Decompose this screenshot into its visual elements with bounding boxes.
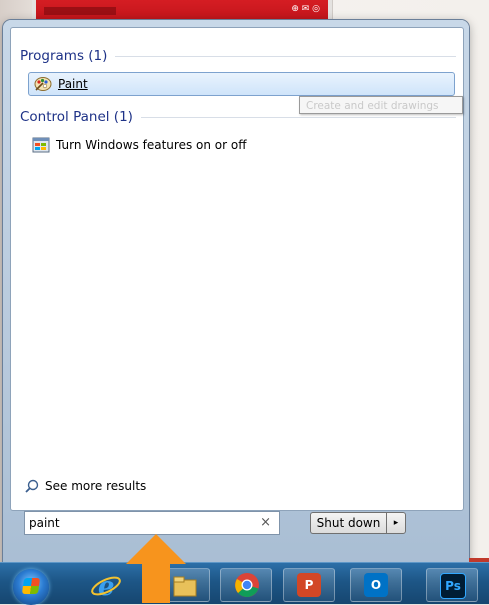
photoshop-letter: Ps: [445, 579, 461, 593]
shut-down-button[interactable]: Shut down: [310, 512, 386, 534]
programs-group-header: Programs (1): [20, 46, 456, 66]
outlook-letter: O: [370, 578, 382, 592]
taskbar-powerpoint[interactable]: P: [283, 568, 335, 602]
taskbar-photoshop[interactable]: Ps: [426, 568, 478, 602]
see-more-results-link[interactable]: See more results: [25, 479, 146, 493]
powerpoint-icon: P: [297, 573, 321, 597]
svg-text:e: e: [98, 572, 115, 600]
result-paint[interactable]: Paint: [28, 72, 455, 96]
annotation-arrow-icon: [126, 534, 186, 603]
result-paint-label: Paint: [58, 77, 88, 91]
photoshop-icon: Ps: [440, 573, 466, 599]
search-input[interactable]: [29, 516, 249, 530]
close-icon[interactable]: ×: [260, 515, 271, 530]
shut-down-options-button[interactable]: ▸: [386, 512, 406, 534]
background-document-banner: ⊕ ✉ ◎: [36, 0, 328, 20]
powerpoint-letter: P: [304, 578, 314, 592]
control-panel-header-label: Control Panel (1): [20, 109, 133, 125]
windows-logo-icon: [21, 578, 41, 594]
search-icon: [25, 479, 39, 493]
chrome-icon: [235, 573, 259, 597]
banner-bar: [44, 7, 116, 15]
taskbar-chrome[interactable]: [220, 568, 272, 602]
programs-header-label: Programs (1): [20, 48, 108, 64]
taskbar-internet-explorer[interactable]: e: [88, 570, 124, 600]
see-more-results-label: See more results: [45, 479, 147, 493]
banner-text: ⊕ ✉ ◎: [291, 4, 320, 14]
outlook-icon: O: [364, 573, 388, 597]
start-search-box[interactable]: ×: [24, 511, 280, 535]
chevron-right-icon: ▸: [393, 518, 399, 528]
paint-tooltip: Create and edit drawings: [299, 96, 463, 114]
result-windows-features-label: Turn Windows features on or off: [56, 138, 247, 152]
header-divider: [140, 116, 456, 118]
result-windows-features[interactable]: Turn Windows features on or off: [32, 134, 247, 156]
shut-down-label: Shut down: [316, 516, 381, 530]
taskbar-outlook[interactable]: O: [350, 568, 402, 602]
internet-explorer-icon: e: [91, 572, 121, 600]
windows-features-icon: [32, 137, 50, 153]
paint-palette-icon: [34, 77, 52, 91]
header-divider: [115, 55, 456, 57]
